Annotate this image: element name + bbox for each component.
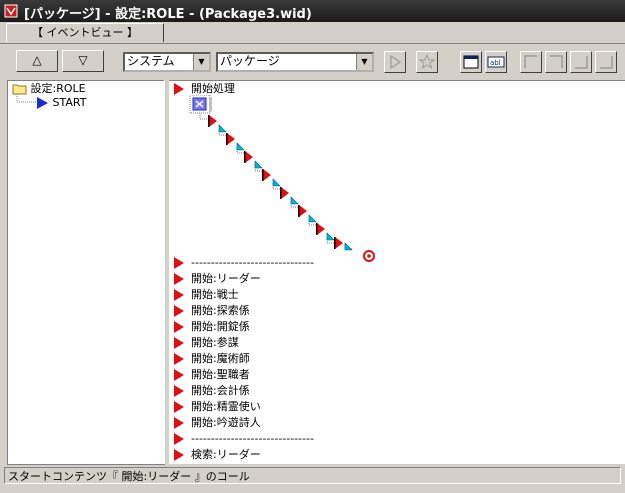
event-item-head[interactable]: 開始処理 <box>191 82 235 96</box>
window-button[interactable] <box>460 51 482 73</box>
play-icon <box>37 97 48 109</box>
app-icon <box>4 4 18 18</box>
event-pane[interactable]: 開始処理 ------------------------------- 開始:… <box>169 80 625 464</box>
red-flag-icon <box>174 417 184 429</box>
event-item[interactable]: 開始:戦士 <box>191 288 239 302</box>
tab-event-view[interactable]: 【 イベントビュー 】 <box>6 23 164 42</box>
event-flow-diagram <box>189 95 375 262</box>
move-up-button[interactable]: △ <box>16 50 58 72</box>
star-button[interactable] <box>416 51 438 73</box>
event-item[interactable]: 開始:参謀 <box>191 336 239 350</box>
align-bottom-right-button[interactable] <box>595 51 617 73</box>
red-flag-icon <box>174 337 184 349</box>
red-flag-icon <box>174 353 184 365</box>
text-field-icon: abl <box>487 56 505 68</box>
red-flag-icon <box>174 305 184 317</box>
align-top-left-button[interactable] <box>520 51 542 73</box>
event-item[interactable]: 開始:開錠係 <box>191 320 250 334</box>
toolbar: △ ▽ システム ▼ パッケージ ▼ abl <box>0 43 625 78</box>
play-button[interactable] <box>384 51 406 73</box>
event-item[interactable]: 開始:吟遊詩人 <box>191 416 261 430</box>
window-title: [パッケージ] - 設定:ROLE - (Package3.wid) <box>24 7 312 22</box>
red-flag-icon <box>174 449 184 461</box>
red-flag-icon <box>174 273 184 285</box>
tree-item-label: START <box>52 96 87 109</box>
event-item[interactable]: 開始:聖職者 <box>191 368 250 382</box>
tree-pane[interactable]: 設定:ROLE START <box>7 80 165 465</box>
system-select-value: システム <box>127 54 175 68</box>
star-icon <box>418 53 436 70</box>
chevron-down-icon[interactable]: ▼ <box>356 54 372 70</box>
move-down-button[interactable]: ▽ <box>62 50 104 72</box>
event-item[interactable]: 開始:探索係 <box>191 304 250 318</box>
corner-top-right-icon <box>550 55 563 68</box>
status-bar: スタートコンテンツ『 開始:リーダー 』のコール <box>0 465 625 493</box>
red-flag-icon <box>174 385 184 397</box>
tree-item-start[interactable]: START <box>36 96 86 110</box>
event-item[interactable]: 開始:会計係 <box>191 384 250 398</box>
svg-text:abl: abl <box>490 59 501 67</box>
red-flag-icon <box>174 83 184 95</box>
event-item-search[interactable]: 検索:リーダー <box>191 448 261 462</box>
chevron-down-icon[interactable]: ▼ <box>193 54 209 70</box>
package-select-value: パッケージ <box>220 54 280 68</box>
corner-bottom-right-icon <box>600 56 613 69</box>
red-flag-icon <box>174 321 184 333</box>
play-icon <box>390 54 402 70</box>
red-flag-icon <box>174 289 184 301</box>
event-item[interactable]: 開始:リーダー <box>191 272 261 286</box>
red-flag-icon <box>174 369 184 381</box>
corner-top-left-icon <box>524 55 537 68</box>
red-flag-icon <box>174 401 184 413</box>
tab-bar: 【 イベントビュー 】 <box>0 22 625 42</box>
event-item[interactable]: 開始:精霊使い <box>191 400 261 414</box>
event-separator[interactable]: ------------------------------- <box>191 256 314 270</box>
align-top-right-button[interactable] <box>545 51 567 73</box>
align-bottom-left-button[interactable] <box>570 51 592 73</box>
event-separator[interactable]: ------------------------------- <box>191 432 314 446</box>
status-text: スタートコンテンツ『 開始:リーダー 』のコール <box>4 467 621 484</box>
package-select[interactable]: パッケージ ▼ <box>216 52 374 72</box>
system-select[interactable]: システム ▼ <box>123 52 211 72</box>
red-flag-icon <box>174 257 184 269</box>
event-item[interactable]: 開始:魔術師 <box>191 352 250 366</box>
text-field-button[interactable]: abl <box>485 51 507 73</box>
window-icon <box>463 55 479 69</box>
title-bar: [パッケージ] - 設定:ROLE - (Package3.wid) <box>0 0 625 22</box>
corner-bottom-right-icon <box>575 56 588 69</box>
red-flag-icon <box>174 433 184 445</box>
